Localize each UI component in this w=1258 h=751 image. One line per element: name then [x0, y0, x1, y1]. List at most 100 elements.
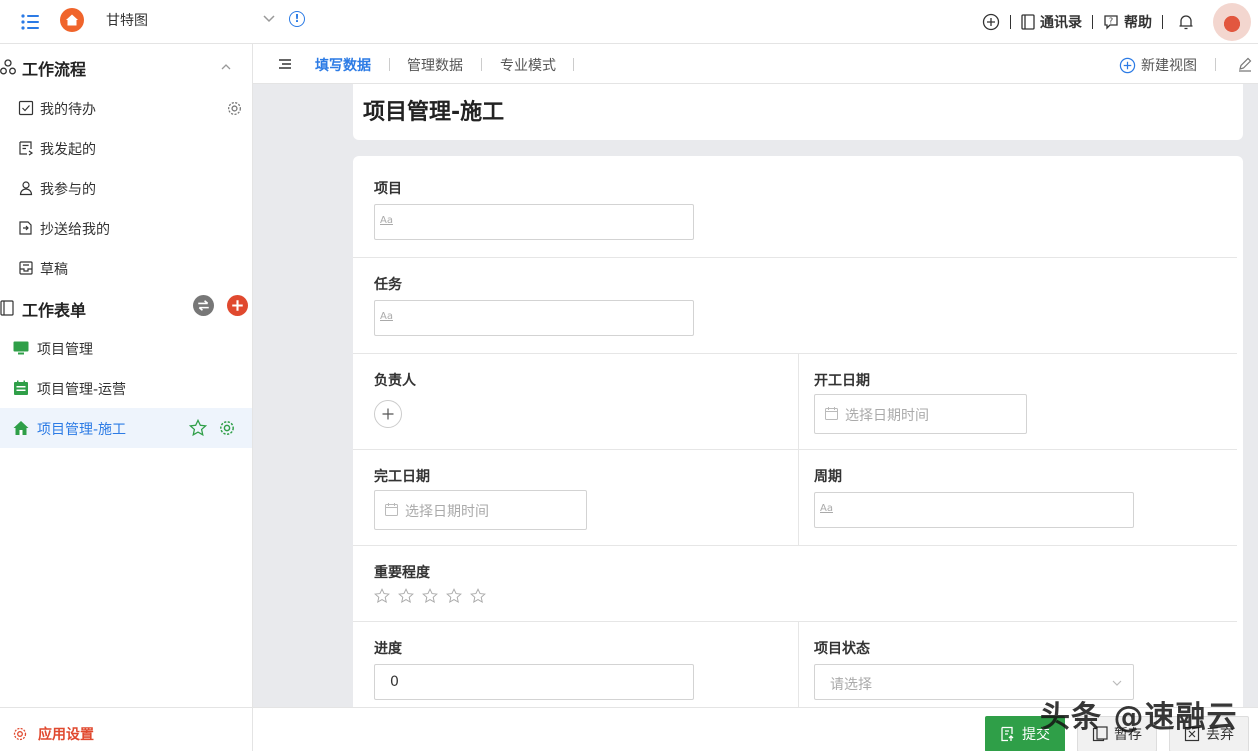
- task-label: 任务: [374, 277, 402, 293]
- sidebar-item-initiated[interactable]: 我发起的: [0, 128, 252, 168]
- add-circle-icon: [1119, 57, 1136, 73]
- submit-document-icon: [1001, 726, 1014, 742]
- form-row-project: 项目 Aa: [353, 156, 1237, 258]
- star-icon[interactable]: [374, 588, 390, 604]
- column-divider: [798, 450, 799, 545]
- app-settings-button[interactable]: 应用设置: [0, 707, 252, 751]
- contacts-book-icon: [1021, 14, 1035, 30]
- page-title: 项目管理-施工: [363, 100, 505, 125]
- progress-input[interactable]: 0: [374, 664, 694, 700]
- form-content-area[interactable]: 项目管理-施工 项目 Aa 任务 Aa 负责人 开工日期 选择日期时间 完工日期…: [253, 84, 1258, 707]
- help-bubble-icon: ?: [1104, 15, 1118, 30]
- watermark-text: 头条 @速融云: [1040, 700, 1238, 735]
- status-label: 项目状态: [814, 641, 870, 657]
- settings-gear-icon: [13, 727, 27, 741]
- divider: [389, 58, 390, 71]
- tab-pro-mode[interactable]: 专业模式: [500, 55, 556, 75]
- swap-icon[interactable]: [193, 295, 214, 316]
- task-input[interactable]: Aa: [374, 300, 694, 336]
- sidebar-item-participated[interactable]: 我参与的: [0, 168, 252, 208]
- monitor-icon: [13, 341, 29, 355]
- sidebar-item-project-ops[interactable]: 项目管理-运营: [0, 368, 252, 408]
- divider: [573, 58, 574, 71]
- form-row-importance: 重要程度: [353, 546, 1237, 622]
- sidebar-item-drafts[interactable]: 草稿: [0, 248, 252, 288]
- avatar[interactable]: [1213, 3, 1251, 41]
- form-row-end-period: 完工日期 选择日期时间 周期 Aa: [353, 450, 1237, 546]
- workflow-section-header[interactable]: 工作流程: [0, 49, 253, 85]
- add-owner-button[interactable]: [374, 400, 402, 428]
- gear-icon[interactable]: [218, 419, 236, 437]
- period-input[interactable]: Aa: [814, 492, 1134, 528]
- person-icon: [19, 181, 33, 196]
- tab-fill-data[interactable]: 填写数据: [315, 55, 371, 75]
- sidebar-item-label: 项目管理: [37, 342, 93, 358]
- chevron-up-icon[interactable]: [220, 61, 232, 73]
- progress-label: 进度: [374, 641, 402, 657]
- workflow-title: 工作流程: [22, 60, 87, 79]
- calendar-icon: [385, 503, 398, 516]
- list-menu-icon[interactable]: [278, 57, 292, 71]
- forms-section-header[interactable]: 工作表单: [0, 290, 253, 326]
- new-view-button[interactable]: 新建视图: [1119, 55, 1197, 75]
- sidebar-item-label: 抄送给我的: [40, 222, 110, 238]
- sidebar-item-label: 项目管理-运营: [37, 382, 127, 398]
- form-card: 项目 Aa 任务 Aa 负责人 开工日期 选择日期时间 完工日期 选择日期时间 …: [353, 156, 1243, 707]
- owner-label: 负责人: [374, 373, 416, 389]
- menu-list-icon[interactable]: [20, 12, 40, 32]
- divider: [1092, 15, 1093, 29]
- tab-manage-data[interactable]: 管理数据: [407, 55, 463, 75]
- importance-rating[interactable]: [374, 588, 486, 604]
- end-date-label: 完工日期: [374, 469, 430, 485]
- svg-text:?: ?: [1109, 17, 1113, 26]
- divider: [1215, 58, 1216, 71]
- task-placeholder: Aa: [380, 311, 393, 322]
- sidebar-item-project-construction[interactable]: 项目管理-施工: [0, 408, 252, 448]
- workflow-icon: [0, 59, 16, 75]
- form-book-icon: [0, 300, 14, 316]
- period-placeholder: Aa: [820, 503, 833, 514]
- star-icon[interactable]: [189, 419, 207, 437]
- plus-icon: [382, 408, 394, 420]
- gear-icon[interactable]: [226, 100, 243, 117]
- end-date-placeholder: 选择日期时间: [405, 504, 489, 520]
- form-title-card: 项目管理-施工: [353, 84, 1243, 140]
- sidebar-item-label: 项目管理-施工: [37, 422, 127, 438]
- sidebar-item-label: 草稿: [40, 262, 68, 278]
- top-bar: 甘特图 ! 通讯录 ? 帮助: [0, 0, 1258, 44]
- importance-label: 重要程度: [374, 565, 430, 581]
- bell-icon[interactable]: [1177, 13, 1195, 31]
- new-view-label: 新建视图: [1141, 58, 1197, 74]
- home-icon[interactable]: [60, 8, 84, 32]
- star-icon[interactable]: [398, 588, 414, 604]
- contacts-label: 通讯录: [1040, 15, 1082, 31]
- sidebar-item-todo[interactable]: 我的待办: [0, 88, 252, 128]
- add-circle-icon[interactable]: [982, 13, 1000, 31]
- add-form-icon[interactable]: [227, 295, 248, 316]
- calendar-icon: [14, 380, 28, 395]
- star-icon[interactable]: [470, 588, 486, 604]
- app-title[interactable]: 甘特图: [106, 10, 148, 30]
- pencil-icon[interactable]: [1237, 56, 1253, 72]
- period-label: 周期: [814, 469, 842, 485]
- project-placeholder: Aa: [380, 215, 393, 226]
- forms-title: 工作表单: [22, 301, 87, 320]
- info-icon[interactable]: !: [289, 11, 305, 27]
- chevron-down-icon[interactable]: [262, 12, 276, 26]
- column-divider: [798, 622, 799, 707]
- help-button[interactable]: ? 帮助: [1103, 12, 1152, 32]
- sidebar-item-cc[interactable]: 抄送给我的: [0, 208, 252, 248]
- sidebar-item-label: 我参与的: [40, 182, 96, 198]
- status-placeholder: 请选择: [830, 677, 872, 693]
- column-divider: [798, 354, 799, 449]
- contacts-button[interactable]: 通讯录: [1021, 12, 1082, 32]
- project-input[interactable]: Aa: [374, 204, 694, 240]
- star-icon[interactable]: [446, 588, 462, 604]
- app-settings-label: 应用设置: [38, 727, 94, 743]
- start-date-placeholder: 选择日期时间: [845, 408, 929, 424]
- end-date-picker[interactable]: 选择日期时间: [374, 490, 587, 530]
- start-date-picker[interactable]: 选择日期时间: [814, 394, 1027, 434]
- star-icon[interactable]: [422, 588, 438, 604]
- draft-icon: [19, 261, 33, 275]
- sidebar-item-project-management[interactable]: 项目管理: [0, 328, 252, 368]
